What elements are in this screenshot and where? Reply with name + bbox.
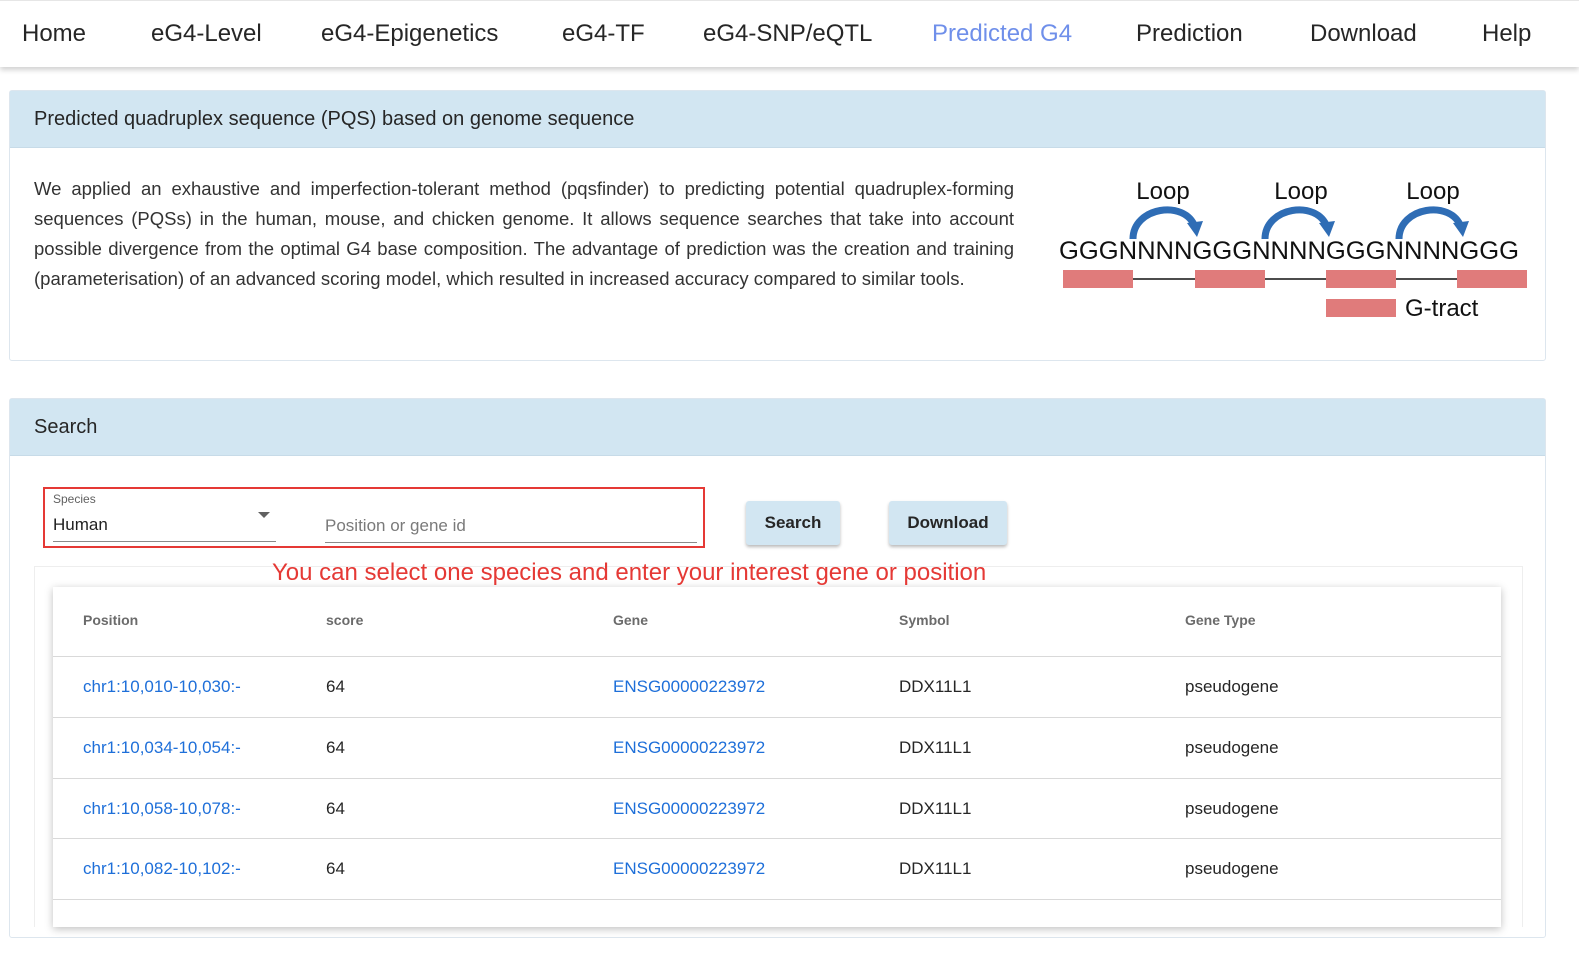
g-tract-block bbox=[1326, 270, 1396, 288]
column-header-position[interactable]: Position bbox=[83, 612, 138, 628]
column-header-symbol[interactable]: Symbol bbox=[899, 612, 950, 628]
score-cell: 64 bbox=[326, 677, 345, 696]
table-row: chr1:10,058-10,078:- 64 ENSG00000223972 … bbox=[53, 778, 1501, 839]
g-tract-block bbox=[1063, 270, 1133, 288]
g4-structure-diagram: Loop Loop Loop GGGNNNNGGGNNNNGGGNNNNGGG … bbox=[1059, 178, 1527, 322]
gene-link[interactable]: ENSG00000223972 bbox=[613, 677, 765, 697]
gene-type-cell: pseudogene bbox=[1185, 799, 1279, 818]
table-row: chr1:10,010-10,030:- 64 ENSG00000223972 … bbox=[53, 656, 1501, 717]
loop-label: Loop bbox=[1274, 178, 1327, 205]
intro-card-header: Predicted quadruplex sequence (PQS) base… bbox=[10, 91, 1545, 148]
intro-card: Predicted quadruplex sequence (PQS) base… bbox=[9, 90, 1546, 361]
species-select-underline bbox=[53, 541, 276, 542]
loop-arrow-icon bbox=[1129, 206, 1203, 240]
symbol-cell: DDX11L1 bbox=[899, 859, 972, 878]
g-tract-block bbox=[1457, 270, 1527, 288]
loop-arrow-icon bbox=[1395, 206, 1469, 240]
column-header-score[interactable]: score bbox=[326, 612, 363, 628]
score-cell: 64 bbox=[326, 799, 345, 818]
nav-eg4-snp-eqtl[interactable]: eG4-SNP/eQTL bbox=[703, 18, 872, 50]
symbol-cell: DDX11L1 bbox=[899, 738, 972, 757]
g-tract-block bbox=[1195, 270, 1265, 288]
annotation-callout: You can select one species and enter you… bbox=[272, 559, 987, 586]
download-button[interactable]: Download bbox=[889, 501, 1007, 545]
nav-eg4-tf[interactable]: eG4-TF bbox=[562, 18, 645, 50]
position-link[interactable]: chr1:10,034-10,054:- bbox=[83, 738, 241, 758]
search-card-header: Search bbox=[10, 399, 1545, 456]
nav-download[interactable]: Download bbox=[1310, 18, 1417, 50]
gene-type-cell: pseudogene bbox=[1185, 677, 1279, 696]
g-tract-legend-swatch bbox=[1326, 299, 1396, 317]
table-row bbox=[53, 899, 1501, 960]
loop-arrow-icon bbox=[1261, 206, 1335, 240]
loop-label: Loop bbox=[1136, 178, 1189, 205]
gene-link[interactable]: ENSG00000223972 bbox=[613, 738, 765, 758]
gene-type-cell: pseudogene bbox=[1185, 859, 1279, 878]
nav-eg4-epigenetics[interactable]: eG4-Epigenetics bbox=[321, 18, 498, 50]
dropdown-arrow-icon[interactable] bbox=[258, 512, 270, 518]
search-button[interactable]: Search bbox=[746, 501, 840, 545]
position-link[interactable]: chr1:10,082-10,102:- bbox=[83, 859, 241, 879]
top-navbar: Home eG4-Level eG4-Epigenetics eG4-TF eG… bbox=[0, 0, 1579, 67]
position-link[interactable]: chr1:10,058-10,078:- bbox=[83, 799, 241, 819]
gene-link[interactable]: ENSG00000223972 bbox=[613, 859, 765, 879]
loop-label: Loop bbox=[1406, 178, 1459, 205]
column-header-gene-type[interactable]: Gene Type bbox=[1185, 612, 1256, 628]
intro-description: We applied an exhaustive and imperfectio… bbox=[34, 178, 1014, 289]
table-row: chr1:10,082-10,102:- 64 ENSG00000223972 … bbox=[53, 838, 1501, 899]
nav-predicted-g4[interactable]: Predicted G4 bbox=[932, 18, 1072, 50]
symbol-cell: DDX11L1 bbox=[899, 677, 972, 696]
gene-link[interactable]: ENSG00000223972 bbox=[613, 799, 765, 819]
position-gene-input[interactable] bbox=[325, 510, 697, 543]
gene-type-cell: pseudogene bbox=[1185, 738, 1279, 757]
species-select[interactable]: Human bbox=[53, 515, 108, 535]
position-link[interactable]: chr1:10,010-10,030:- bbox=[83, 677, 241, 697]
results-table: Position score Gene Symbol Gene Type chr… bbox=[53, 587, 1501, 927]
nav-home[interactable]: Home bbox=[22, 18, 86, 50]
column-header-gene[interactable]: Gene bbox=[613, 612, 648, 628]
table-row: chr1:10,034-10,054:- 64 ENSG00000223972 … bbox=[53, 717, 1501, 778]
nav-eg4-level[interactable]: eG4-Level bbox=[151, 18, 262, 50]
score-cell: 64 bbox=[326, 859, 345, 878]
species-select-label: Species bbox=[53, 492, 96, 506]
score-cell: 64 bbox=[326, 738, 345, 757]
nav-prediction[interactable]: Prediction bbox=[1136, 18, 1243, 50]
nav-help[interactable]: Help bbox=[1482, 18, 1531, 50]
g4-sequence: GGGNNNNGGGNNNNGGGNNNNGGG bbox=[1059, 237, 1519, 265]
symbol-cell: DDX11L1 bbox=[899, 799, 972, 818]
g-tract-legend-label: G-tract bbox=[1405, 295, 1479, 322]
